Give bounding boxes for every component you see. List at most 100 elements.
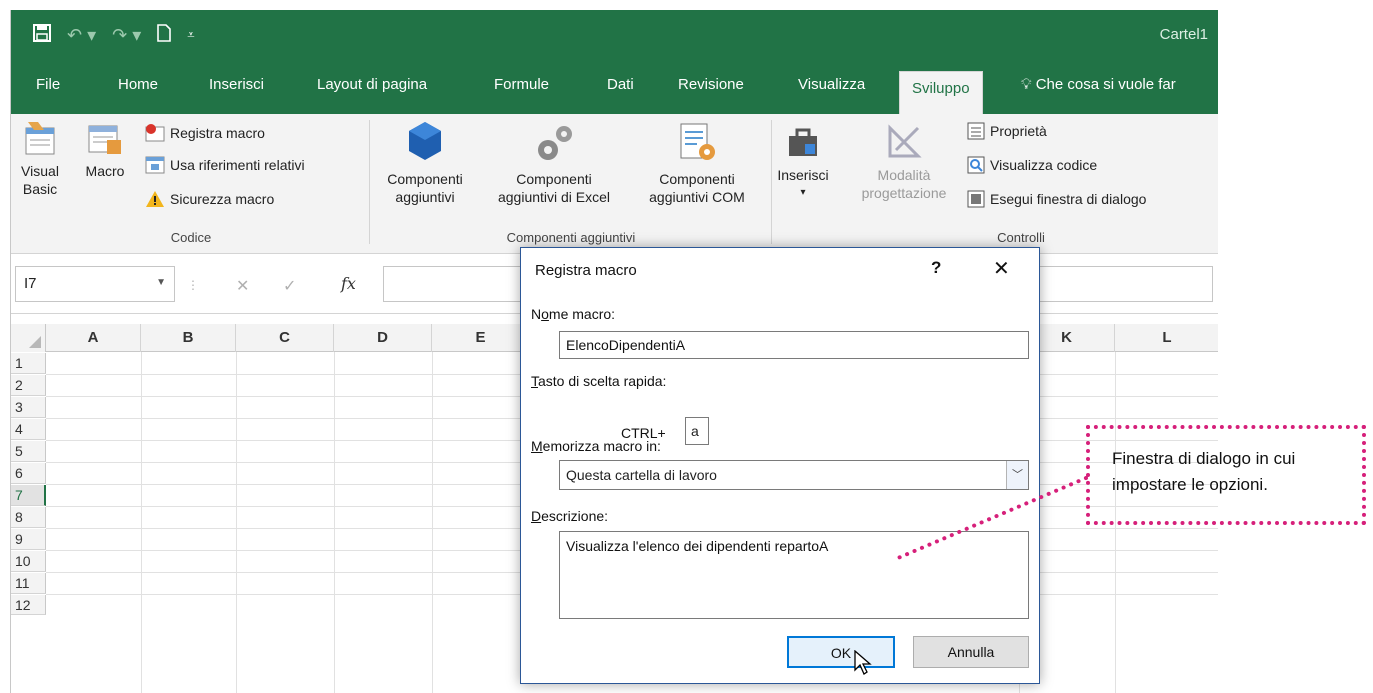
run-dialog-icon [967, 190, 985, 208]
row-header[interactable]: 9 [11, 529, 46, 550]
column-header[interactable]: L [1115, 324, 1218, 352]
com-addin-icon [680, 123, 715, 160]
grid-line [141, 352, 142, 693]
tab-inserisci[interactable]: Inserisci [209, 76, 264, 93]
tab-file[interactable]: File [36, 76, 60, 93]
select-all-corner[interactable] [11, 324, 46, 352]
mouse-pointer-icon [854, 650, 872, 675]
confirm-entry-icon[interactable]: ✓ [283, 276, 296, 296]
insert-function-icon[interactable]: fx [341, 274, 356, 293]
modalita-progettazione-button[interactable]: Modalità progettazione [849, 122, 959, 202]
store-in-select[interactable]: Questa cartella di lavoro ﹀ [559, 460, 1029, 490]
row-header[interactable]: 6 [11, 463, 46, 484]
grid-line [236, 352, 237, 693]
close-button[interactable]: ✕ [993, 256, 1010, 281]
record-macro-icon [145, 124, 165, 142]
esegui-finestra-button[interactable]: Esegui finestra di dialogo [967, 190, 1146, 208]
visual-basic-icon [25, 122, 55, 155]
chevron-down-icon[interactable]: ﹀ [1006, 461, 1028, 489]
macro-icon [88, 125, 121, 154]
gears-icon [538, 126, 572, 160]
visualizza-codice-button[interactable]: Visualizza codice [967, 156, 1097, 174]
row-header[interactable]: 1 [11, 353, 46, 374]
callout-box: Finestra di dialogo in cui impostare le … [1086, 425, 1366, 525]
tab-home[interactable]: Home [118, 76, 158, 93]
description-textarea[interactable]: Visualizza l'elenco dei dipendenti repar… [559, 531, 1029, 619]
toolbox-icon [789, 128, 817, 156]
title-bar: ↶ ▾ ↷ ▾ ⩡ Cartel1 [11, 10, 1218, 66]
componenti-aggiuntivi-excel-label: Componenti aggiuntivi di Excel [497, 171, 611, 205]
column-header[interactable]: D [334, 324, 432, 352]
row-header[interactable]: 11 [11, 573, 46, 594]
row-header[interactable]: 12 [11, 595, 46, 615]
sicurezza-macro-button[interactable]: Sicurezza macro [145, 190, 274, 208]
column-header[interactable]: B [141, 324, 236, 352]
macro-button[interactable]: Macro [77, 118, 133, 180]
tab-sviluppo[interactable]: Sviluppo [899, 71, 983, 114]
componenti-aggiuntivi-com-label: Componenti aggiuntivi COM [649, 171, 745, 205]
redo-icon[interactable]: ↷ ▾ [112, 25, 141, 45]
proprieta-button[interactable]: Proprietà [967, 122, 1047, 140]
componenti-aggiuntivi-com-button[interactable]: Componenti aggiuntivi COM [631, 120, 763, 206]
document-title: Cartel1 [1159, 26, 1208, 43]
inserisci-controllo-label: Inserisci [777, 167, 829, 183]
undo-icon[interactable]: ↶ ▾ [67, 25, 96, 45]
column-header[interactable]: C [236, 324, 334, 352]
tab-dati[interactable]: Dati [607, 76, 634, 93]
inserisci-controllo-button[interactable]: Inserisci ▾ [773, 122, 833, 202]
tab-visualizza[interactable]: Visualizza [798, 76, 865, 93]
office-addin-icon [409, 122, 441, 160]
cancel-entry-icon[interactable]: ✕ [236, 276, 249, 296]
view-code-icon [967, 156, 985, 174]
chevron-down-icon: ▾ [800, 187, 806, 198]
ok-button[interactable]: OK [787, 636, 895, 668]
row-header[interactable]: 10 [11, 551, 46, 572]
row-header[interactable]: 2 [11, 375, 46, 396]
macro-label: Macro [85, 163, 125, 179]
group-label-componenti: Componenti aggiuntivi [506, 230, 636, 245]
tell-me-box[interactable]: 💡︎ Che cosa si vuole far [1021, 76, 1176, 93]
visual-basic-label: Visual Basic [21, 163, 59, 197]
quick-access-toolbar: ↶ ▾ ↷ ▾ ⩡ [33, 24, 195, 46]
name-box[interactable]: I7 ▼ [15, 266, 175, 302]
shortcut-label: Tasto di scelta rapida: [531, 373, 667, 389]
tab-revisione[interactable]: Revisione [678, 76, 744, 93]
cancel-button[interactable]: Annulla [913, 636, 1029, 668]
group-separator [369, 120, 370, 244]
modalita-progettazione-label: Modalità progettazione [861, 167, 947, 201]
componenti-aggiuntivi-label: Componenti aggiuntivi [387, 171, 463, 205]
group-label-codice: Codice [170, 230, 212, 245]
grid-line [432, 352, 433, 693]
tell-me-text: Che cosa si vuole far [1035, 76, 1176, 93]
column-header[interactable]: A [46, 324, 141, 352]
group-label-controlli: Controlli [997, 230, 1045, 245]
group-separator [771, 120, 772, 244]
description-label: Descrizione: [531, 508, 609, 524]
componenti-aggiuntivi-button[interactable]: Componenti aggiuntivi [373, 120, 477, 206]
ribbon-tabs: File Home Inserisci Layout di pagina For… [11, 66, 1218, 114]
registra-macro-button[interactable]: Registra macro [145, 124, 265, 142]
chevron-down-icon[interactable]: ▼ [156, 277, 166, 288]
shortcut-key-input[interactable]: a [685, 417, 709, 445]
componenti-aggiuntivi-excel-button[interactable]: Componenti aggiuntivi di Excel [479, 120, 629, 206]
row-header[interactable]: 8 [11, 507, 46, 528]
row-header[interactable]: 4 [11, 419, 46, 440]
grid-line [334, 352, 335, 693]
visual-basic-button[interactable]: Visual Basic [15, 118, 65, 198]
customize-qat-icon[interactable]: ⩡ [187, 25, 194, 45]
macro-name-input[interactable]: ElencoDipendentiA [559, 331, 1029, 359]
help-button[interactable]: ? [931, 258, 941, 278]
column-header[interactable]: E [432, 324, 530, 352]
new-file-icon[interactable] [157, 24, 172, 46]
row-header[interactable]: 3 [11, 397, 46, 418]
row-header[interactable]: 5 [11, 441, 46, 462]
save-icon[interactable] [33, 24, 51, 46]
design-mode-icon [888, 124, 922, 158]
warning-icon [146, 191, 164, 207]
row-header-selected[interactable]: 7 [11, 485, 46, 506]
tab-formule[interactable]: Formule [494, 76, 549, 93]
properties-icon [967, 122, 985, 140]
dialog-title: Registra macro [535, 262, 637, 279]
usa-riferimenti-relativi-button[interactable]: Usa riferimenti relativi [145, 156, 305, 174]
tab-layout-di-pagina[interactable]: Layout di pagina [317, 76, 427, 93]
